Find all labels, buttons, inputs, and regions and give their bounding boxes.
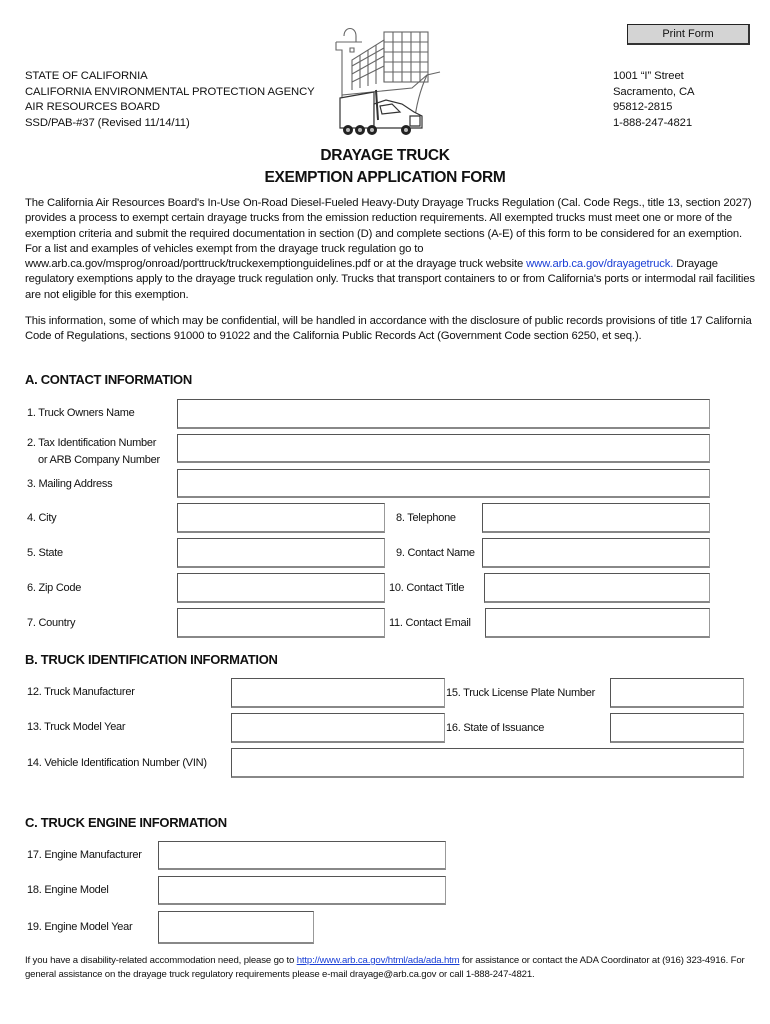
section-b-title: B. TRUCK IDENTIFICATION INFORMATION (25, 652, 278, 667)
city-input[interactable] (177, 503, 385, 533)
field-18-label: 18. Engine Model (27, 884, 109, 896)
contact-name-input[interactable] (482, 538, 710, 568)
engine-model-year-input[interactable] (158, 911, 314, 944)
vin-input[interactable] (231, 748, 744, 778)
address-zip: 95812-2815 (613, 101, 673, 113)
field-9-label: 9. Contact Name (396, 547, 475, 559)
drayage-website-link[interactable]: www.arb.ca.gov/drayagetruck. (526, 258, 673, 270)
field-6-label: 6. Zip Code (27, 582, 82, 594)
print-form-button[interactable]: Print Form (627, 24, 750, 45)
form-title-line1: DRAYAGE TRUCK (320, 147, 450, 164)
address-street: 1001 “I” Street (613, 70, 684, 82)
truck-owners-name-input[interactable] (177, 399, 710, 429)
agency-line-arb: AIR RESOURCES BOARD (25, 101, 160, 113)
engine-model-input[interactable] (158, 876, 446, 905)
agency-line-state: STATE OF CALIFORNIA (25, 70, 148, 82)
truck-model-year-input[interactable] (231, 713, 445, 743)
section-a-title: A. CONTACT INFORMATION (25, 372, 192, 387)
field-17-label: 17. Engine Manufacturer (27, 849, 142, 861)
country-input[interactable] (177, 608, 385, 638)
field-14-label: 14. Vehicle Identification Number (VIN) (27, 757, 207, 769)
field-19-label: 19. Engine Model Year (27, 921, 133, 933)
telephone-input[interactable] (482, 503, 710, 533)
mailing-address-input[interactable] (177, 469, 710, 498)
field-1-label: 1. Truck Owners Name (27, 407, 135, 419)
footer-assistance-note: If you have a disability-related accommo… (25, 954, 745, 981)
truck-logo-icon (335, 27, 441, 135)
engine-manufacturer-input[interactable] (158, 841, 446, 870)
field-5-label: 5. State (27, 547, 63, 559)
section-c-title: C. TRUCK ENGINE INFORMATION (25, 815, 227, 830)
state-input[interactable] (177, 538, 385, 568)
field-11-label: 11. Contact Email (389, 617, 471, 629)
state-of-issuance-input[interactable] (610, 713, 744, 743)
truck-manufacturer-input[interactable] (231, 678, 445, 708)
field-2-label: 2. Tax Identification Number (27, 437, 157, 449)
field-10-label: 10. Contact Title (389, 582, 465, 594)
agency-line-calepa: CALIFORNIA ENVIRONMENTAL PROTECTION AGEN… (25, 85, 315, 98)
field-8-label: 8. Telephone (396, 512, 456, 524)
zip-code-input[interactable] (177, 573, 385, 603)
contact-title-input[interactable] (484, 573, 710, 603)
form-number: SSD/PAB-#37 (Revised 11/14/11) (25, 116, 190, 129)
license-plate-input[interactable] (610, 678, 744, 708)
ada-link[interactable]: http://www.arb.ca.gov/html/ada/ada.htm (297, 955, 460, 966)
field-3-label: 3. Mailing Address (27, 478, 113, 490)
truck-and-ship-logo (322, 20, 452, 140)
confidentiality-paragraph: This information, some of which may be c… (25, 315, 752, 343)
tax-id-input[interactable] (177, 434, 710, 463)
field-16-label: 16. State of Issuance (446, 722, 545, 734)
address-phone: 1-888-247-4821 (613, 116, 692, 129)
agency-header: STATE OF CALIFORNIA CALIFORNIA ENVIRONME… (25, 69, 315, 131)
field-12-label: 12. Truck Manufacturer (27, 686, 135, 698)
intro-paragraph: The California Air Resources Board's In-… (25, 196, 760, 303)
address-city: Sacramento, CA (613, 85, 695, 98)
field-7-label: 7. Country (27, 617, 76, 629)
field-13-label: 13. Truck Model Year (27, 721, 126, 733)
form-title-line2: EXEMPTION APPLICATION FORM (264, 169, 506, 186)
field-2-label-line2: or ARB Company Number (38, 454, 160, 466)
address-block: 1001 “I” Street Sacramento, CA 95812-281… (613, 69, 695, 131)
contact-email-input[interactable] (485, 608, 710, 638)
field-4-label: 4. City (27, 512, 57, 524)
field-15-label: 15. Truck License Plate Number (446, 687, 596, 699)
footer-text-1: If you have a disability-related accommo… (25, 955, 297, 966)
